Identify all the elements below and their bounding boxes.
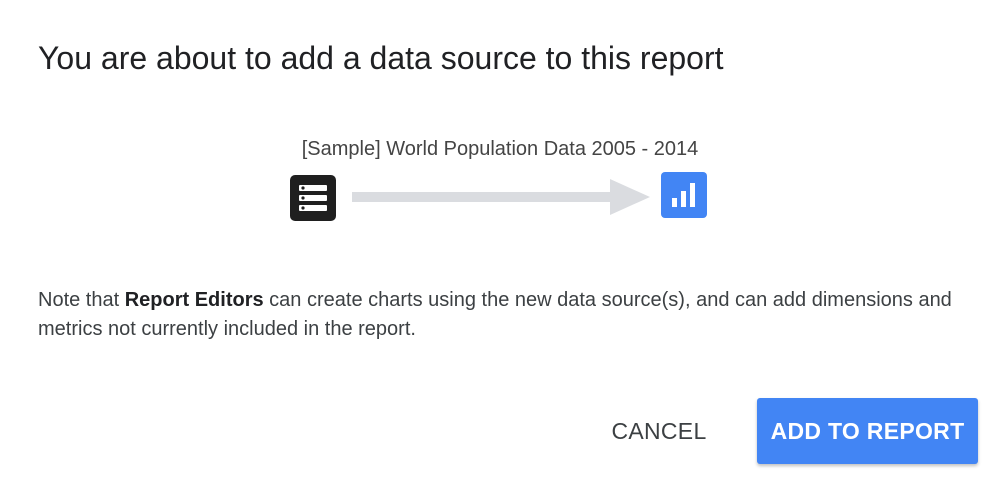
report-editors-note: Note that Report Editors can create char… <box>38 286 968 344</box>
data-source-flow: [Sample] World Population Data 2005 - 20… <box>0 138 1000 238</box>
note-text-before: Note that <box>38 289 125 311</box>
add-to-report-button[interactable]: ADD TO REPORT <box>757 398 978 464</box>
arrow-right-icon <box>352 179 652 215</box>
bar-chart-icon <box>661 172 707 218</box>
data-source-name: [Sample] World Population Data 2005 - 20… <box>301 138 699 160</box>
add-data-source-dialog: You are about to add a data source to th… <box>0 0 1000 478</box>
dialog-title: You are about to add a data source to th… <box>38 40 724 76</box>
note-bold-report-editors: Report Editors <box>124 289 264 311</box>
database-list-icon <box>290 175 336 221</box>
cancel-button[interactable]: CANCEL <box>594 398 724 464</box>
